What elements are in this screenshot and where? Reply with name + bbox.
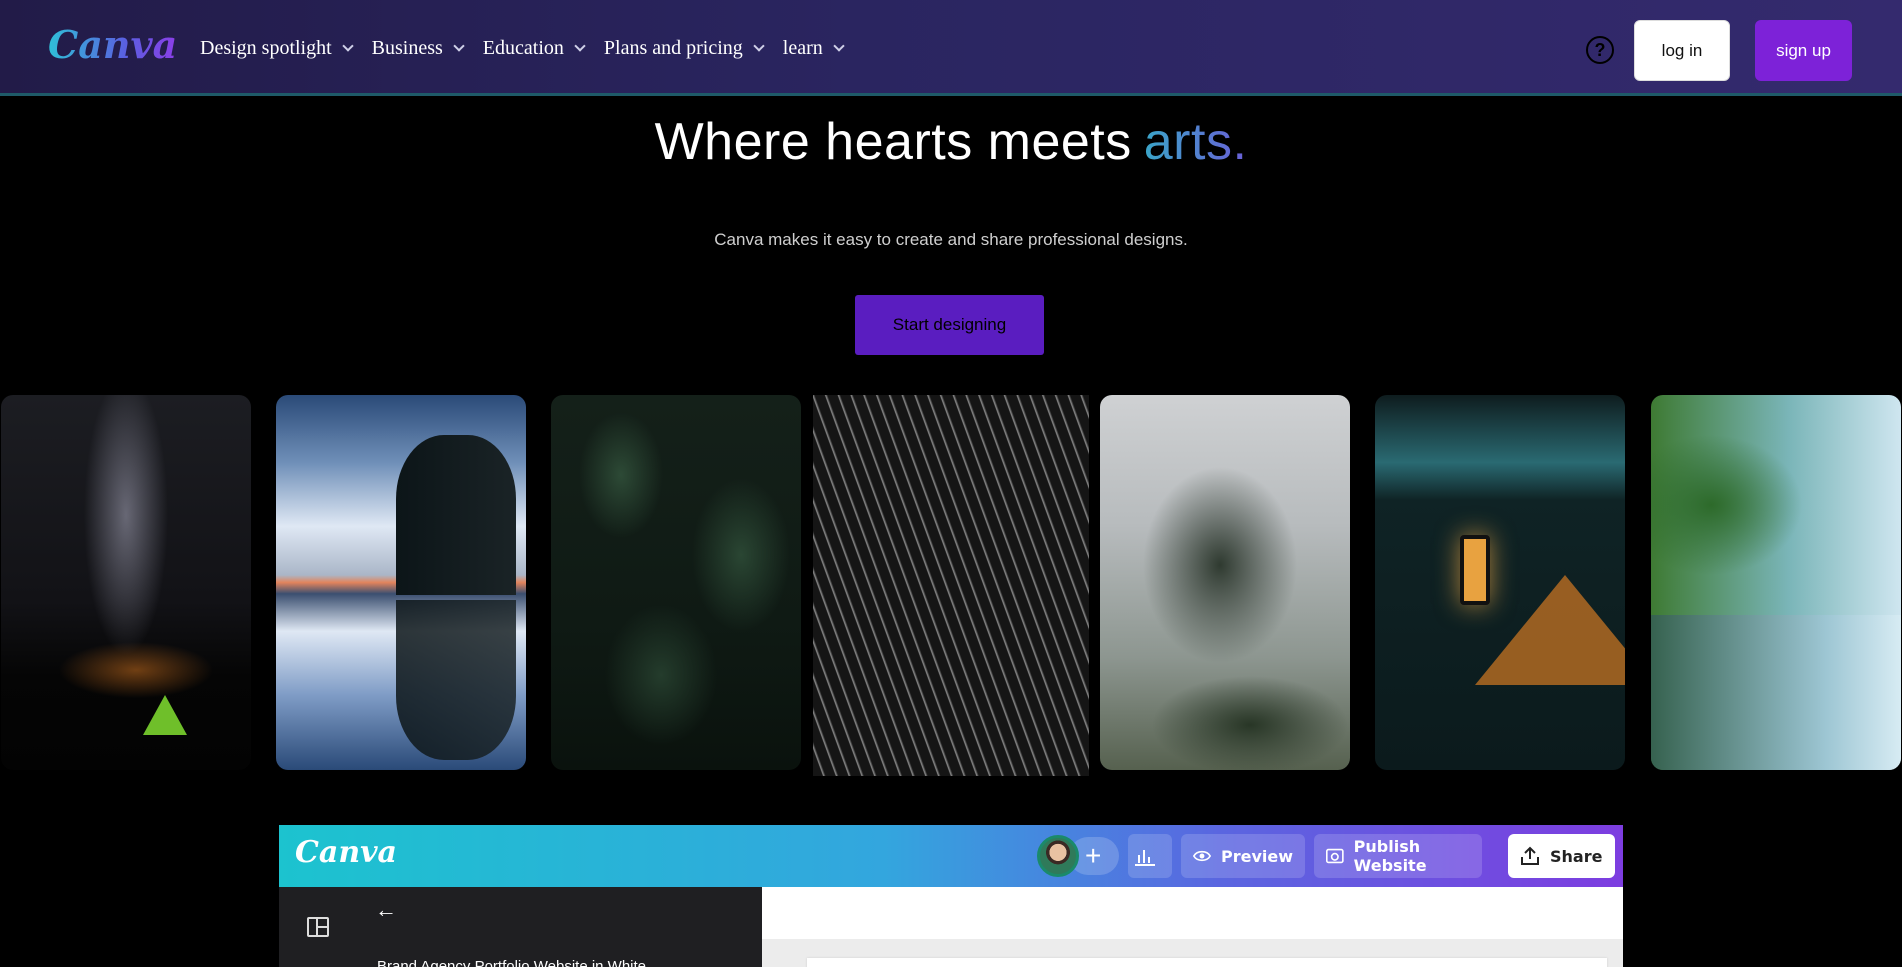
layout-icon[interactable] — [307, 917, 329, 937]
menu-item-label: Education — [482, 36, 564, 59]
chevron-down-icon — [453, 40, 465, 52]
misty-forest-image — [1100, 395, 1350, 770]
insights-button[interactable] — [1128, 834, 1172, 878]
menu-item-learn[interactable]: learn — [782, 36, 845, 60]
headline-text: Where hearts meets — [654, 113, 1132, 171]
trees-reflection-shape — [396, 600, 516, 760]
canva-logo[interactable]: Canva — [48, 22, 177, 67]
main-menu: Design spotlight Business Education Plan… — [200, 0, 863, 96]
editor-preview: Canva + Preview Publish Website Share ← … — [279, 825, 1623, 967]
menu-item-design-spotlight[interactable]: Design spotlight — [200, 36, 354, 60]
lantern-shape — [1460, 535, 1490, 605]
menu-item-business[interactable]: Business — [371, 36, 465, 60]
headline-accent: arts. — [1143, 113, 1248, 171]
publish-icon — [1326, 848, 1344, 864]
chevron-down-icon — [342, 40, 354, 52]
menu-item-label: Plans and pricing — [603, 36, 743, 59]
water-shape — [1651, 615, 1901, 770]
street-lantern-image — [1375, 395, 1625, 770]
start-designing-button[interactable]: Start designing — [855, 295, 1044, 355]
chevron-down-icon — [833, 40, 845, 52]
menu-item-plans-and-pricing[interactable]: Plans and pricing — [603, 36, 765, 60]
fern-leaves-image — [551, 395, 801, 770]
hero-subtitle: Canva makes it easy to create and share … — [714, 230, 1188, 249]
eye-icon — [1193, 850, 1211, 862]
menu-item-education[interactable]: Education — [482, 36, 586, 60]
login-button[interactable]: log in — [1634, 20, 1730, 81]
share-button[interactable]: Share — [1508, 834, 1615, 878]
help-icon[interactable]: ? — [1586, 36, 1614, 64]
editor-sidebar — [279, 887, 762, 967]
top-navbar: Canva Design spotlight Business Educatio… — [0, 0, 1902, 96]
foggy-lake-image — [1651, 395, 1901, 770]
design-name: Brand Agency Portfolio Website in White — [377, 958, 647, 967]
plus-icon: + — [1085, 840, 1102, 871]
share-label: Share — [1550, 846, 1603, 866]
signup-button[interactable]: sign up — [1755, 20, 1852, 81]
back-arrow-icon[interactable]: ← — [375, 897, 397, 923]
menu-item-label: learn — [782, 36, 823, 59]
chevron-down-icon — [753, 40, 765, 52]
editor-canvas-header — [762, 887, 1623, 939]
menu-item-label: Design spotlight — [200, 36, 332, 59]
preview-label: Preview — [1220, 846, 1293, 866]
bar-chart-icon — [1135, 850, 1155, 866]
publish-label: Publish Website — [1353, 837, 1427, 875]
hero-headline: Where hearts meets arts. — [0, 112, 1902, 172]
wavy-lines-image — [813, 395, 1089, 776]
editor-canva-logo[interactable]: Canva — [295, 835, 397, 870]
night-sky-tent-image — [1, 395, 251, 770]
chevron-down-icon — [574, 40, 586, 52]
tent-shape — [143, 695, 187, 735]
lake-reflection-image — [276, 395, 526, 770]
roof-shape — [1475, 575, 1625, 685]
share-icon — [1521, 846, 1539, 865]
avatar[interactable] — [1037, 835, 1079, 877]
publish-website-button[interactable]: Publish Website — [1314, 834, 1482, 878]
editor-page[interactable] — [807, 958, 1607, 967]
trees-shape — [396, 435, 516, 595]
menu-item-label: Business — [371, 36, 443, 59]
preview-button[interactable]: Preview — [1181, 834, 1305, 878]
